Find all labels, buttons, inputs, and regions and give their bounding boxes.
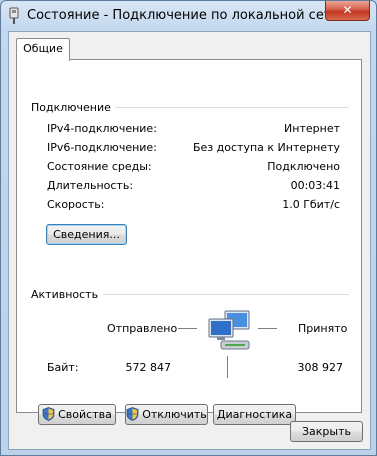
bytes-received-value: 308 927 (297, 361, 344, 374)
connection-group-header: Подключение (31, 101, 349, 115)
status-dialog: Состояние - Подключение по локальной сет… (0, 0, 377, 456)
details-button[interactable]: Сведения... (46, 224, 127, 245)
media-state-row: Состояние среды: Подключено (47, 160, 340, 176)
connection-group-divider (115, 107, 349, 108)
received-line (258, 328, 277, 329)
general-tab-panel: Подключение IPv4-подключение: Интернет I… (16, 59, 362, 425)
disable-button-label: Отключить (142, 408, 207, 421)
duration-label: Длительность: (47, 179, 134, 192)
activity-group-divider (103, 294, 349, 295)
ipv4-value: Интернет (284, 122, 340, 135)
window-title: Состояние - Подключение по локальной сет… (27, 8, 353, 23)
tab-general[interactable]: Общие (16, 38, 70, 61)
network-computers-icon (208, 310, 250, 350)
ipv4-label: IPv4-подключение: (47, 122, 157, 135)
speed-row: Скорость: 1.0 Гбит/с (47, 198, 340, 214)
activity-group-title: Активность (31, 288, 99, 301)
bytes-label: Байт: (47, 361, 79, 374)
ipv4-row: IPv4-подключение: Интернет (47, 122, 340, 138)
duration-row: Длительность: 00:03:41 (47, 179, 340, 195)
connection-group-title: Подключение (31, 101, 111, 114)
network-adapter-icon (9, 7, 19, 24)
ipv6-value: Без доступа к Интернету (193, 141, 340, 154)
sent-line (178, 328, 197, 329)
window-close-button[interactable]: ✕ (325, 1, 370, 21)
dialog-client-area: Общие Подключение IPv4-подключение: Инте… (8, 31, 371, 450)
media-state-value: Подключено (267, 160, 340, 173)
diagnose-button[interactable]: Диагностика (213, 404, 296, 425)
uac-shield-icon (42, 407, 55, 421)
received-label: Принято (298, 322, 348, 335)
close-button[interactable]: Закрыть (290, 421, 363, 442)
ipv6-row: IPv6-подключение: Без доступа к Интернет… (47, 141, 340, 157)
media-state-label: Состояние среды: (47, 160, 152, 173)
close-icon: ✕ (342, 3, 353, 17)
bytes-sent-value: 572 847 (125, 361, 172, 374)
duration-value: 00:03:41 (290, 179, 340, 192)
properties-button-label: Свойства (58, 408, 112, 421)
speed-label: Скорость: (47, 198, 105, 211)
sent-label: Отправлено (107, 322, 178, 335)
uac-shield-icon (126, 407, 139, 421)
ipv6-label: IPv6-подключение: (47, 141, 157, 154)
activity-divider (227, 356, 228, 378)
speed-value: 1.0 Гбит/с (282, 198, 340, 211)
disable-button[interactable]: Отключить (125, 404, 208, 425)
activity-group-header: Активность (31, 288, 349, 302)
title-bar[interactable]: Состояние - Подключение по локальной сет… (1, 1, 376, 31)
properties-button[interactable]: Свойства (38, 404, 116, 425)
